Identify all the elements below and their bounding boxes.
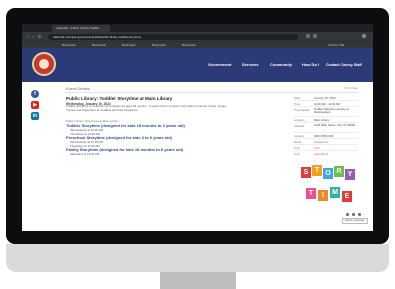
info-value: Toddler Storytime weekly on Wednesdays [314,107,349,115]
youtube-icon[interactable]: ▶ [31,101,39,109]
nav-services[interactable]: Services [242,48,258,82]
language-select[interactable]: Select Language [342,218,368,224]
monitor-chin [6,244,389,272]
event-description: Toddler Storytime is a literacy-rich pro… [66,104,227,112]
divider [294,144,358,145]
divider [294,116,358,117]
share-icon[interactable] [358,213,361,216]
print-link[interactable]: Print Page [344,86,358,90]
bookmarks-bar: Bookmark Bookmark Bookmark Bookmark Book… [22,41,373,48]
poster-letter: I [318,190,328,201]
event-title: Public Library: Toddler Storytime at Mai… [66,96,173,101]
main-content: f ▶ in Event Details Print Page Public L… [22,82,373,231]
reload-icon[interactable]: ↻ [37,34,42,39]
county-seal-logo[interactable] [32,52,56,76]
profile-icon[interactable] [362,34,366,38]
back-icon[interactable]: ‹ [25,34,30,39]
info-label: Time Details [294,108,310,112]
poster-letter: M [330,187,340,198]
poster-letter: Y [345,169,355,180]
address-toolbar: ‹ › ↻ calendar.example.gov/event-details… [22,32,373,41]
browser-window: Calendar • Public Library Toddler ‹ › ↻ … [22,24,373,231]
browser-tab[interactable]: Calendar • Public Library Toddler [52,25,110,32]
nav-community[interactable]: Community [270,48,292,82]
linkedin-icon[interactable]: in [31,112,39,120]
nav-government[interactable]: Government [208,48,232,82]
divider [294,138,358,139]
poster-letter: R [334,166,344,177]
monitor-stand [160,272,236,289]
facebook-icon[interactable]: f [31,90,39,98]
divider [294,150,358,151]
list-item: Saturdays at 10:30 AM [70,152,100,156]
extension-icon[interactable] [306,34,310,38]
divider [294,100,358,101]
poster-letter: T [306,188,316,199]
info-label: Address [294,124,305,128]
page-heading-bar: Event Details Print Page [66,85,358,93]
poster-letter: O [323,168,333,179]
info-label: Link [294,152,300,156]
forward-icon[interactable]: › [31,34,36,39]
nav-how-do-i[interactable]: How Do I [302,48,319,82]
site-header: Government Services Community How Do I C… [22,48,373,82]
extension-icon[interactable] [313,34,317,38]
page-title: Event Details [66,86,90,91]
info-value: 1234 Main Street, City, ST 00000 [314,123,356,127]
poster-letter: S [301,167,311,178]
address-bar[interactable]: calendar.example.gov/event-details/publi… [48,33,298,40]
share-icon[interactable] [346,213,349,216]
divider [294,132,358,133]
share-icon[interactable] [352,213,355,216]
poster-letter: E [342,191,352,202]
poster-letter: T [312,165,322,176]
tab-strip: Calendar • Public Library Toddler [22,24,373,32]
learn-more-link[interactable]: Learn More [314,152,328,156]
nav-contact-staff[interactable]: Contact County Staff [326,48,362,82]
